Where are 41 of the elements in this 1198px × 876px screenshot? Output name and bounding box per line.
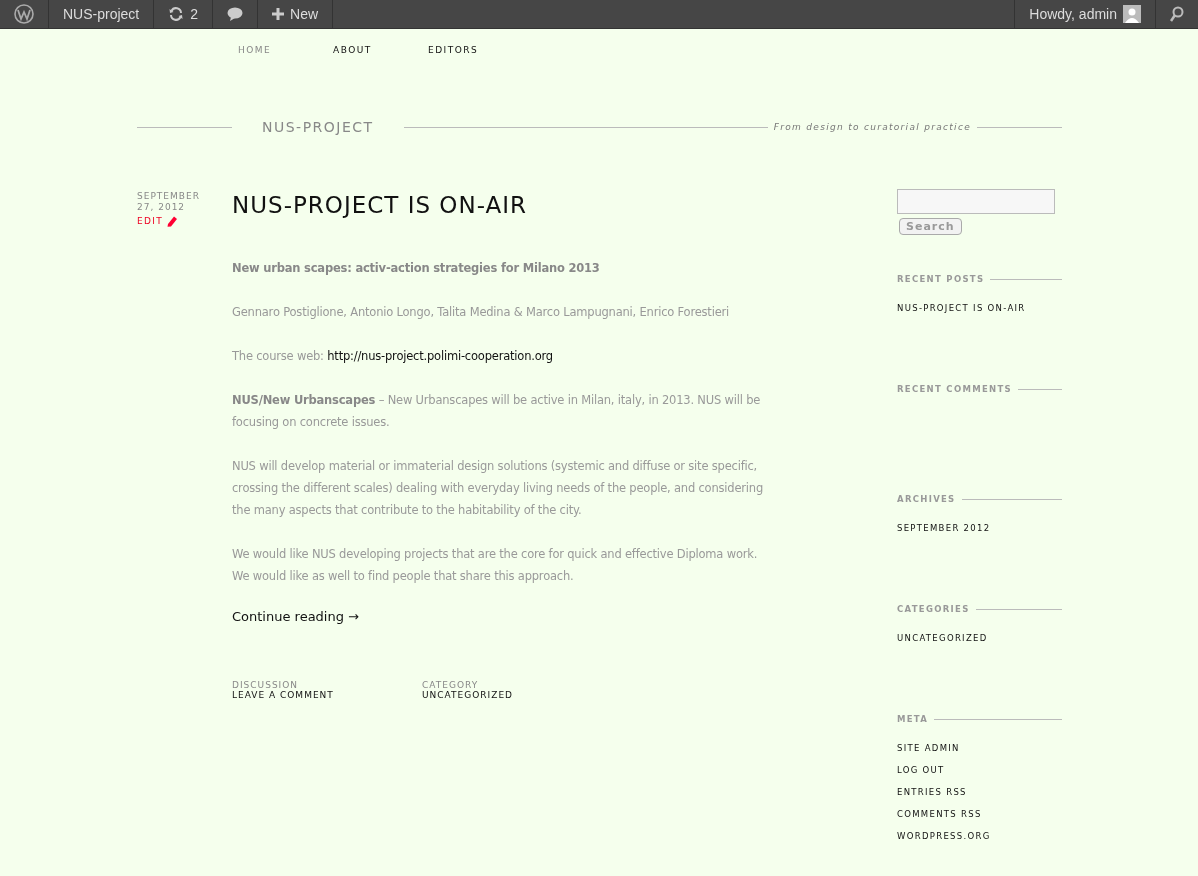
meta-link[interactable]: UNCATEGORIZED: [422, 690, 612, 700]
paragraph-text: The course web:: [232, 349, 324, 363]
paragraph-text: Gennaro Postiglione, Antonio Longo, Talita Medina & Marco Lampugnani, Enrico Forestieri: [232, 304, 731, 321]
widget-title: ARCHIVES: [897, 494, 956, 504]
post-date: SEPTEMBER 27, 2012: [137, 191, 201, 213]
updates-button[interactable]: 2: [154, 0, 214, 28]
sidebar-link[interactable]: COMMENTS RSS: [897, 803, 1062, 825]
sidebar-link[interactable]: SEPTEMBER 2012: [897, 517, 1062, 539]
meta-label: CATEGORY: [422, 680, 480, 690]
plus-icon: [272, 8, 285, 20]
paragraph-text: NUS will develop material or immaterial design solutions (systemic and diffuse or site specific, crossing the different scales) dealing with everyday living needs of the people, and considering the many aspects that contribute to the habitability of the city.: [232, 458, 765, 519]
widget-title: CATEGORIES: [897, 604, 970, 614]
site-tagline: From design to curatorial practice: [772, 122, 972, 132]
sidebar-link[interactable]: NUS-PROJECT IS ON-AIR: [897, 297, 1062, 319]
edit-link[interactable]: EDIT: [137, 216, 163, 226]
new-button[interactable]: New: [258, 0, 334, 28]
continue-reading-link[interactable]: Continue reading →: [232, 609, 777, 624]
meta-link[interactable]: LEAVE A COMMENT: [232, 690, 422, 700]
sidebar-link[interactable]: UNCATEGORIZED: [897, 627, 1062, 649]
widget-title: RECENT POSTS: [897, 274, 985, 284]
refresh-icon: [168, 6, 185, 22]
sidebar-link[interactable]: SITE ADMIN: [897, 737, 1062, 759]
paragraph-text: We would like NUS developing projects that are the core for quick and effective Diploma work. We would like as well to find people that share this approach.: [232, 546, 759, 585]
avatar-icon: [1123, 5, 1141, 23]
site-name-link[interactable]: NUS-project: [49, 0, 155, 28]
sidebar-link[interactable]: WORDPRESS.ORG: [897, 825, 1062, 847]
nav-link[interactable]: HOME: [238, 45, 333, 69]
sidebar-link[interactable]: ENTRIES RSS: [897, 781, 1062, 803]
widget-title: RECENT COMMENTS: [897, 384, 1012, 394]
pencil-icon: [166, 215, 178, 227]
widget-title: META: [897, 714, 929, 724]
nav-link[interactable]: EDITORS: [428, 45, 523, 69]
meta-label: DISCUSSION: [232, 680, 300, 690]
search-field[interactable]: [897, 189, 1055, 214]
nav-link[interactable]: ABOUT: [333, 45, 428, 69]
post-title[interactable]: NUS-PROJECT IS ON-AIR: [232, 191, 777, 219]
post-subtitle: New urban scapes: activ-action strategies for Milano 2013: [232, 260, 601, 277]
course-web-link[interactable]: http://nus-project.polimi-cooperation.org: [327, 349, 553, 363]
paragraph-text: NUS/New Urbanscapes – New Urbanscapes will be active in Milan, italy, in 2013. NUS will be focusing on concrete issues.: [232, 392, 762, 431]
sidebar-link[interactable]: LOG OUT: [897, 759, 1062, 781]
account-menu[interactable]: Howdy, admin: [1014, 0, 1155, 28]
